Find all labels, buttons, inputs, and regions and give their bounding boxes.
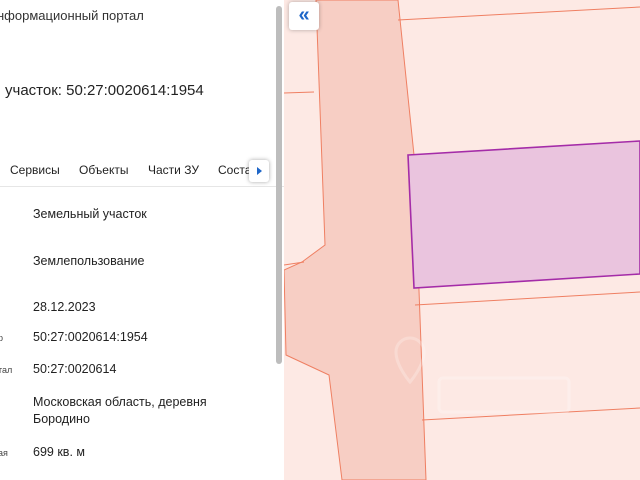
attribute-value: 28.12.2023 <box>33 300 96 314</box>
tab-parts[interactable]: Части ЗУ <box>148 163 199 177</box>
attribute-label: р <box>0 333 4 343</box>
tab-services[interactable]: Сервисы <box>10 163 60 177</box>
double-chevron-left-icon: « <box>298 4 310 26</box>
parcel-title: участок: 50:27:0020614:1954 <box>5 82 204 99</box>
attribute-value: Земельный участок <box>33 207 147 221</box>
cadastral-map[interactable] <box>284 0 640 480</box>
attribute-label: ая <box>0 448 8 458</box>
selected-parcel[interactable] <box>407 140 640 289</box>
scrollbar-thumb[interactable] <box>276 6 282 364</box>
map-view[interactable] <box>284 0 640 480</box>
panel-scrollbar[interactable] <box>274 0 284 480</box>
portal-title: нформационный портал <box>0 8 144 23</box>
tab-objects[interactable]: Объекты <box>79 163 129 177</box>
attribute-value: Землепользование <box>33 254 145 268</box>
tabs-scroll-right-button[interactable] <box>249 160 269 182</box>
tab-composition[interactable]: Соста <box>218 163 251 177</box>
chevron-right-icon <box>256 167 262 175</box>
tab-bar: Сервисы Объекты Части ЗУ Соста <box>0 158 284 187</box>
attribute-value: 50:27:0020614:1954 <box>33 330 148 344</box>
collapse-panel-button[interactable]: « <box>289 2 319 30</box>
info-panel: нформационный портал участок: 50:27:0020… <box>0 0 284 480</box>
attribute-value: 699 кв. м <box>33 445 85 459</box>
attribute-label: тал <box>0 365 13 375</box>
attribute-value: Московская область, деревня Бородино <box>33 395 207 426</box>
attribute-value: 50:27:0020614 <box>33 362 117 376</box>
